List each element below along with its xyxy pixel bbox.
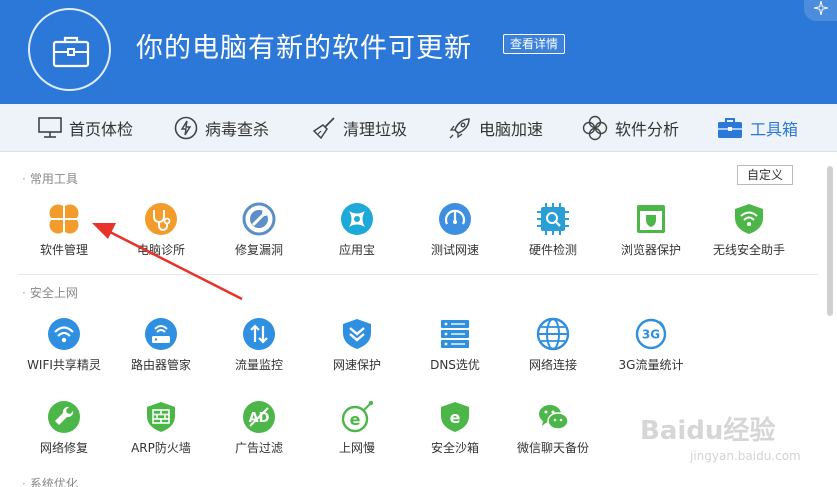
tool-label: 流量监控: [234, 358, 283, 372]
software-manager-icon: [49, 204, 79, 234]
view-details-button[interactable]: 查看详情: [503, 34, 566, 54]
hardware-chip-icon: [537, 203, 569, 235]
svg-text:3G: 3G: [642, 328, 660, 342]
rocket-icon: [449, 118, 470, 139]
nav-item-home-check[interactable]: 首页体检: [38, 104, 133, 152]
tool-label: 应用宝: [338, 243, 375, 257]
section-title-common: 常用工具: [22, 170, 78, 187]
annotation-arrow: [92, 223, 243, 301]
nav-item-virus-scan[interactable]: 病毒查杀: [174, 104, 269, 152]
skin-button[interactable]: [804, 0, 837, 21]
header-banner: 你的电脑有新的软件可更新 查看详情: [0, 0, 837, 104]
lightning-icon: [174, 116, 198, 140]
tool-slow-internet[interactable]: e 上网慢: [309, 400, 405, 456]
tool-label: 测试网速: [430, 243, 479, 257]
sandbox-icon: e: [441, 402, 469, 432]
traffic-monitor-icon: [243, 318, 275, 350]
tool-security-sandbox[interactable]: e 安全沙箱: [407, 400, 503, 456]
briefcase-icon: [52, 36, 90, 68]
dns-server-icon: [441, 320, 469, 348]
tool-wechat-backup[interactable]: 微信聊天备份: [505, 400, 601, 456]
ad-filter-icon: AD: [243, 401, 275, 433]
nav-label: 清理垃圾: [343, 120, 408, 139]
main-nav: 首页体检 病毒查杀 清理垃圾 电脑加速 软件分析 工具箱: [0, 104, 837, 152]
tool-speed-protect[interactable]: 网速保护: [309, 317, 405, 373]
tool-hardware-check[interactable]: 硬件检测: [505, 202, 601, 258]
tool-label: 浏览器保护: [620, 243, 681, 257]
sparkle-icon: [814, 1, 828, 15]
tool-network-repair[interactable]: 网络修复: [16, 400, 112, 456]
slow-net-icon: e: [341, 400, 374, 433]
nav-item-toolbox[interactable]: 工具箱: [717, 104, 798, 152]
tool-label: 网络修复: [39, 441, 88, 455]
nav-label: 软件分析: [615, 120, 680, 139]
customize-button[interactable]: 自定义: [737, 165, 793, 185]
monitor-icon: [38, 117, 62, 138]
tool-label: ARP防火墙: [131, 441, 191, 455]
svg-text:e: e: [350, 410, 361, 429]
nav-label: 首页体检: [69, 120, 134, 139]
tool-wifi-share[interactable]: WIFI共享精灵: [16, 317, 112, 373]
tool-label: WIFI共享精灵: [27, 358, 101, 372]
wifi-shield-icon: [735, 204, 763, 234]
speed-protect-icon: [343, 319, 371, 349]
svg-text:e: e: [450, 408, 461, 427]
tool-label: 硬件检测: [528, 243, 577, 257]
tool-dns-optimize[interactable]: DNS选优: [407, 317, 503, 373]
browser-protect-icon: [637, 205, 665, 233]
nav-item-speed-up[interactable]: 电脑加速: [448, 104, 543, 152]
tool-label: 无线安全助手: [712, 243, 785, 257]
tool-label: 广告过滤: [234, 441, 283, 455]
wifi-share-icon: [48, 318, 80, 350]
tool-browser-protect[interactable]: 浏览器保护: [603, 202, 699, 258]
tool-label: 上网慢: [338, 441, 375, 455]
globe-icon: [536, 317, 570, 351]
tool-label: 网络连接: [528, 358, 577, 372]
nav-label: 工具箱: [750, 120, 799, 139]
section-title-optimize: 系统优化: [22, 475, 78, 487]
tool-label: 3G流量统计: [618, 358, 684, 372]
tool-traffic-monitor[interactable]: 流量监控: [211, 317, 307, 373]
toolbox-logo: [28, 8, 111, 91]
speed-test-icon: [439, 203, 471, 235]
tool-label: 安全沙箱: [430, 441, 479, 455]
toolbox-icon: [718, 118, 742, 138]
router-icon: [145, 318, 177, 350]
tool-app-store[interactable]: 应用宝: [309, 202, 405, 258]
fan-icon: [582, 115, 608, 141]
app-store-icon: [341, 203, 373, 235]
nav-item-clean-junk[interactable]: 清理垃圾: [312, 104, 407, 152]
nav-label: 电脑加速: [479, 120, 544, 139]
firewall-icon: [147, 402, 175, 432]
tool-router-manager[interactable]: 路由器管家: [113, 317, 209, 373]
baidu-watermark: Baidu经验: [640, 416, 776, 446]
baidu-watermark-url: jingyan.baidu.com: [690, 449, 801, 463]
tool-arp-firewall[interactable]: ARP防火墙: [113, 400, 209, 456]
vertical-scrollbar[interactable]: [827, 166, 833, 316]
tool-label: DNS选优: [430, 358, 480, 372]
wrench-icon: [48, 401, 80, 433]
tool-ad-filter[interactable]: AD 广告过滤: [211, 400, 307, 456]
section-title-internet: 安全上网: [22, 284, 78, 301]
nav-item-software-analysis[interactable]: 软件分析: [582, 104, 679, 152]
update-notice-title: 你的电脑有新的软件可更新: [136, 33, 472, 64]
broom-icon: [312, 117, 335, 140]
tool-network-connection[interactable]: 网络连接: [505, 317, 601, 373]
wechat-backup-icon: [539, 405, 569, 430]
3g-icon: 3G: [635, 318, 667, 350]
tool-3g-traffic[interactable]: 3G 3G流量统计: [603, 317, 699, 373]
tool-label: 微信聊天备份: [516, 441, 589, 455]
nav-label: 病毒查杀: [205, 120, 270, 139]
tool-label: 网速保护: [332, 358, 381, 372]
tool-wireless-security[interactable]: 无线安全助手: [701, 202, 797, 258]
tool-label: 路由器管家: [130, 358, 191, 372]
tool-speed-test[interactable]: 测试网速: [407, 202, 503, 258]
